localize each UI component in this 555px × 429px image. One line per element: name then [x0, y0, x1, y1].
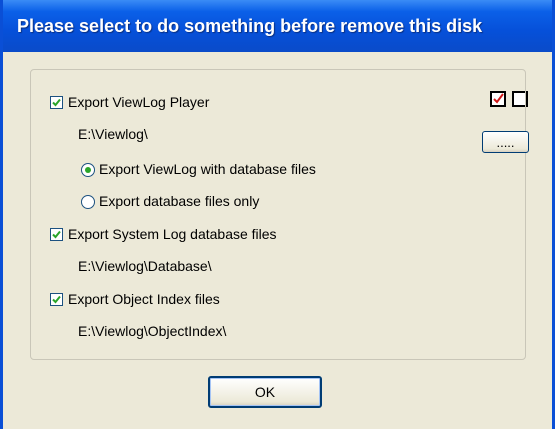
export-object-path: E:\Viewlog\ObjectIndex\: [78, 323, 227, 339]
export-player-label[interactable]: Export ViewLog Player: [68, 94, 209, 110]
radio-selected-dot: [85, 167, 91, 173]
radio-with-database-label[interactable]: Export ViewLog with database files: [99, 161, 316, 177]
radio-database-only[interactable]: [81, 195, 95, 209]
export-object-checkbox[interactable]: [50, 293, 63, 306]
check-mark-icon: [52, 295, 61, 304]
export-object-label[interactable]: Export Object Index files: [68, 291, 220, 307]
ok-button[interactable]: OK: [208, 376, 322, 408]
window-title: Please select to do something before rem…: [17, 15, 483, 36]
export-player-path: E:\Viewlog\: [78, 126, 148, 142]
export-syslog-path: E:\Viewlog\Database\: [78, 258, 212, 274]
title-bar[interactable]: Please select to do something before rem…: [3, 0, 552, 52]
radio-database-only-label[interactable]: Export database files only: [99, 193, 259, 209]
radio-with-database[interactable]: [81, 163, 95, 177]
dialog-window: Please select to do something before rem…: [0, 0, 555, 429]
export-player-checkbox[interactable]: [50, 96, 63, 109]
export-syslog-checkbox[interactable]: [50, 228, 63, 241]
check-mark-icon: [52, 230, 61, 239]
browse-button[interactable]: .....: [482, 131, 529, 153]
export-syslog-label[interactable]: Export System Log database files: [68, 226, 277, 242]
check-mark-icon: [52, 98, 61, 107]
options-groupbox: [30, 69, 526, 360]
